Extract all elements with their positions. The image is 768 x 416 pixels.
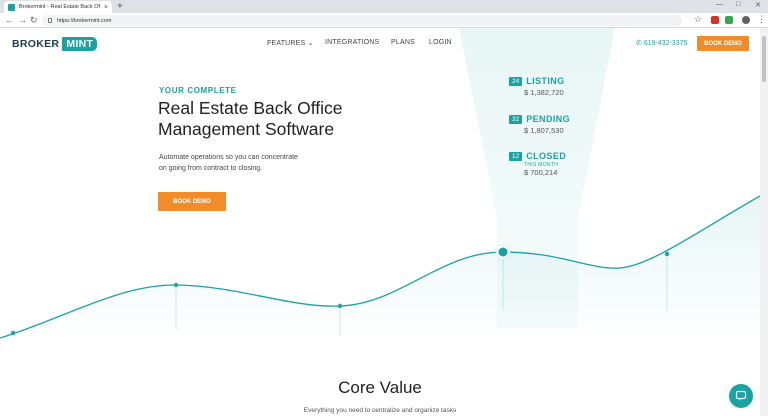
stat-amount: $ 1,382,720 xyxy=(524,88,564,97)
url-text: https://brokermint.com xyxy=(57,17,112,24)
minimize-icon[interactable]: — xyxy=(716,1,723,8)
window-close-icon[interactable]: ✕ xyxy=(755,1,761,9)
brokermint-logo[interactable]: BROKER MINT xyxy=(12,37,98,51)
tab-title: Brokermint - Real Estate Back Of xyxy=(19,4,100,10)
extension-icon[interactable] xyxy=(711,16,719,24)
stat-amount: $ 1,807,530 xyxy=(524,126,564,135)
stat-closed: 12 CLOSED THIS MONTH $ 700,214 xyxy=(509,151,566,177)
nav-features[interactable]: FEATURES ⌄ xyxy=(267,39,314,47)
stat-amount: $ 700,214 xyxy=(524,168,558,177)
hero-title-line: Real Estate Back Office xyxy=(158,98,343,118)
decorative-wave xyxy=(0,195,760,345)
profile-icon[interactable] xyxy=(742,16,750,24)
wave-point xyxy=(664,251,670,257)
wave-fill xyxy=(0,196,760,345)
wave-point xyxy=(10,330,16,336)
hero-title-line: Management Software xyxy=(158,119,335,139)
stat-count-badge: 12 xyxy=(509,151,523,161)
wave-point-active xyxy=(498,247,508,257)
browser-toolbar: ← → ↻ https://brokermint.com ☆ ⋮ xyxy=(0,13,768,28)
stat-count-badge: 32 xyxy=(509,114,523,124)
browser-tab[interactable]: Brokermint - Real Estate Back Of × xyxy=(4,1,112,13)
menu-icon[interactable]: ⋮ xyxy=(757,14,766,25)
back-icon[interactable]: ← xyxy=(5,15,14,26)
nav-login[interactable]: LOGIN xyxy=(429,39,452,46)
stat-label: CLOSED xyxy=(526,151,567,161)
wave-point xyxy=(173,282,179,288)
hero-kicker: YOUR COMPLETE xyxy=(159,86,237,95)
chat-icon xyxy=(735,390,747,401)
bookmark-star-icon[interactable]: ☆ xyxy=(694,14,702,25)
hero-subtitle-line: Automate operations so you can concentra… xyxy=(159,154,298,161)
stat-pending: 32 PENDING $ 1,807,530 xyxy=(509,114,570,135)
nav-integrations[interactable]: INTEGRATIONS xyxy=(325,39,379,46)
stat-listing: 24 LISTING $ 1,382,720 xyxy=(509,76,565,97)
favicon-icon xyxy=(8,3,15,11)
tab-close-icon[interactable]: × xyxy=(104,4,108,11)
book-demo-header-button[interactable]: BOOK DEMO xyxy=(697,36,749,51)
stat-label: PENDING xyxy=(526,114,571,124)
extension-icon-2[interactable] xyxy=(725,16,733,24)
lock-icon xyxy=(48,18,52,23)
stat-label: LISTING xyxy=(526,76,565,86)
phone-icon: ✆ xyxy=(636,40,642,47)
new-tab-button[interactable]: + xyxy=(117,1,123,12)
nav-plans[interactable]: PLANS xyxy=(391,39,415,46)
wave-point xyxy=(337,303,343,309)
scrollbar-thumb[interactable] xyxy=(762,36,766,82)
scrollbar[interactable] xyxy=(760,28,768,416)
stat-count-badge: 24 xyxy=(509,76,523,86)
hero-subtitle-line: on going from contract to closing. xyxy=(159,164,263,172)
maximize-icon[interactable]: □ xyxy=(736,1,740,8)
core-value-title: Core Value xyxy=(338,378,422,397)
chat-widget-button[interactable] xyxy=(729,384,753,408)
hero-title: Real Estate Back Office Management Softw… xyxy=(158,98,343,140)
core-value-subtitle: Everything you need to centralize and or… xyxy=(303,407,457,414)
browser-tab-bar: Brokermint - Real Estate Back Of × + — □… xyxy=(0,0,768,13)
hero-subtitle: Automate operations so you can concentra… xyxy=(159,153,359,174)
forward-icon[interactable]: → xyxy=(18,15,27,26)
reload-icon[interactable]: ↻ xyxy=(30,15,38,26)
address-bar[interactable]: https://brokermint.com xyxy=(42,15,682,26)
phone-link[interactable]: ✆ 619-432-3375 xyxy=(636,39,687,47)
